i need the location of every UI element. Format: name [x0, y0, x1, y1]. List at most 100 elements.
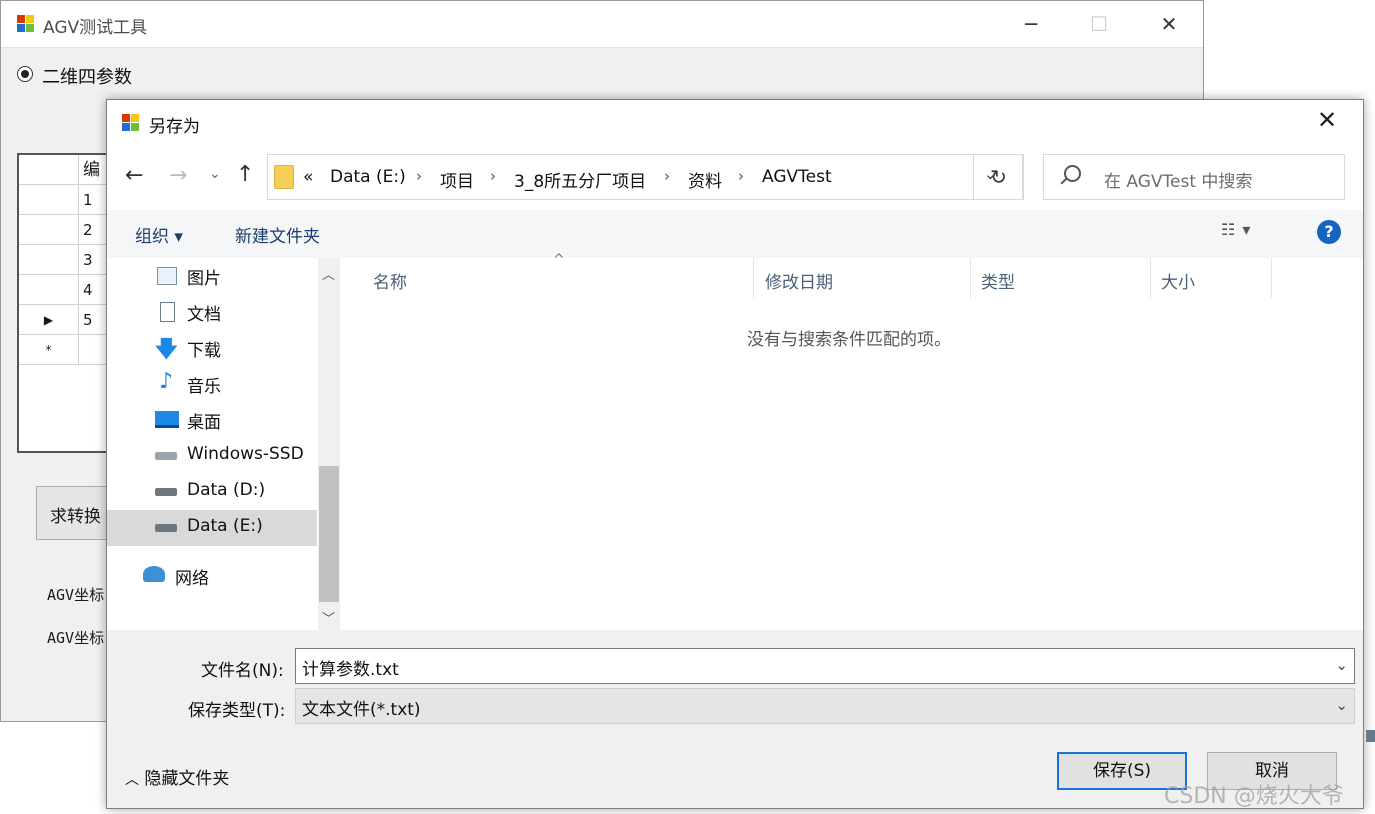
filetype-label: 保存类型(T): [188, 701, 286, 721]
up-arrow-icon[interactable]: ↑ [236, 162, 254, 187]
address-bar[interactable]: « Data (E:) › 项目 › 3_8所五分厂项目 › 资料 › AGVT… [267, 154, 1023, 200]
new-folder-button[interactable]: 新建文件夹 [235, 222, 320, 247]
dialog-icon [122, 114, 140, 132]
empty-results-message: 没有与搜索条件匹配的项。 [747, 330, 951, 350]
column-divider[interactable] [970, 258, 971, 298]
documents-icon [160, 302, 175, 322]
navigation-pane: 图片 文档 🡇 下载 ♪ 音乐 桌面 Windows-SSD Data (D:)… [107, 258, 319, 630]
row-header-current[interactable]: ▶ [19, 305, 79, 334]
column-divider[interactable] [753, 258, 754, 298]
nav-item-windows-ssd[interactable]: Windows-SSD [187, 444, 304, 464]
music-icon: ♪ [159, 369, 174, 394]
pictures-icon [157, 267, 177, 285]
chevron-up-icon: ︿ [125, 772, 139, 788]
desktop-icon [155, 411, 179, 428]
save-as-dialog: 另存为 ✕ ← → ⌄ ↑ « Data (E:) › 项目 › 3_8所五分厂… [106, 99, 1364, 809]
drive-icon [155, 524, 177, 532]
scroll-down-icon[interactable]: ﹀ [322, 608, 335, 627]
search-placeholder: 在 AGVTest 中搜索 [1104, 172, 1253, 192]
breadcrumb-item-current[interactable]: AGVTest [762, 167, 832, 187]
refresh-icon[interactable]: ↻ [973, 154, 1024, 200]
search-icon [1064, 165, 1081, 182]
grid-corner [19, 155, 79, 184]
hide-folders-toggle[interactable]: ︿ 隐藏文件夹 [125, 764, 229, 789]
grid-cell[interactable]: 3 [83, 245, 93, 275]
column-header-size[interactable]: 大小 [1161, 268, 1195, 293]
nav-item-desktop[interactable]: 桌面 [187, 408, 221, 433]
column-header-name[interactable]: 名称 [373, 268, 407, 293]
column-header-type[interactable]: 类型 [981, 268, 1015, 293]
grid-cell[interactable]: 2 [83, 215, 93, 245]
breadcrumb-separator-icon[interactable]: › [738, 167, 744, 185]
breadcrumb-item[interactable]: 3_8所五分厂项目 [514, 167, 646, 192]
nav-item-documents[interactable]: 文档 [187, 300, 221, 325]
filetype-value: 文本文件(*.txt) [302, 700, 421, 720]
column-divider[interactable] [1150, 258, 1151, 298]
filename-value[interactable]: 计算参数.txt [302, 655, 399, 680]
calc-button-label: 求转换 [50, 507, 101, 527]
drive-icon [155, 452, 177, 460]
scroll-thumb[interactable] [319, 466, 339, 602]
nav-item-data-e[interactable]: Data (E:) [187, 516, 263, 536]
breadcrumb-overflow[interactable]: « [303, 167, 313, 187]
dialog-toolbar: 组织 ▾ 新建文件夹 ☷ ▾ ? [107, 210, 1363, 258]
grid-column-header: 编 [83, 160, 100, 180]
row-header[interactable] [19, 275, 79, 304]
help-icon[interactable]: ? [1317, 220, 1341, 244]
breadcrumb-separator-icon[interactable]: › [664, 167, 670, 185]
radio-label: 二维四参数 [42, 67, 132, 88]
grid-cell[interactable]: 1 [83, 185, 93, 215]
drive-icon [155, 488, 177, 496]
network-icon [143, 566, 165, 582]
maximize-button[interactable]: ☐ [1064, 1, 1134, 47]
row-header[interactable] [19, 215, 79, 244]
filetype-select[interactable]: 文本文件(*.txt) ⌄ [295, 688, 1355, 724]
breadcrumb-item[interactable]: 项目 [440, 167, 474, 192]
forward-arrow-icon[interactable]: → [169, 163, 187, 188]
chevron-down-icon[interactable]: ⌄ [1335, 656, 1348, 674]
grid-cell[interactable]: 5 [83, 305, 93, 335]
breadcrumb-item[interactable]: Data (E:) [330, 167, 406, 187]
dialog-title: 另存为 [149, 117, 200, 137]
agv-coord-label: AGV坐标 [47, 629, 105, 647]
scroll-up-icon[interactable]: ︿ [322, 264, 335, 283]
breadcrumb-item[interactable]: 资料 [688, 167, 722, 192]
folder-icon [274, 165, 294, 189]
minimize-button[interactable]: ─ [996, 1, 1066, 47]
close-button[interactable]: ✕ [1134, 1, 1204, 47]
nav-item-music[interactable]: 音乐 [187, 372, 221, 397]
nav-item-data-d[interactable]: Data (D:) [187, 480, 265, 500]
file-list-pane: ^ 名称 修改日期 类型 大小 [343, 252, 1361, 630]
downloads-icon: 🡇 [155, 337, 178, 362]
breadcrumb-separator-icon[interactable]: › [416, 167, 422, 185]
view-options-icon[interactable]: ☷ ▾ [1221, 220, 1251, 239]
radio-2d-four-param[interactable] [17, 66, 33, 82]
close-icon[interactable]: ✕ [1317, 106, 1337, 134]
grid-cell[interactable]: 4 [83, 275, 93, 305]
row-header[interactable] [19, 245, 79, 274]
main-window-title: AGV测试工具 [43, 18, 148, 38]
column-header-modified[interactable]: 修改日期 [765, 268, 833, 293]
row-header-new[interactable]: * [19, 335, 79, 364]
search-input[interactable]: 在 AGVTest 中搜索 [1043, 154, 1345, 200]
back-arrow-icon[interactable]: ← [125, 163, 143, 188]
nav-scrollbar[interactable]: ︿ ﹀ [318, 258, 340, 630]
column-divider[interactable] [1271, 258, 1272, 298]
watermark: CSDN @烧火大爷 [1164, 784, 1344, 809]
taskbar-edge-icon [1366, 730, 1375, 742]
nav-item-network[interactable]: 网络 [175, 564, 209, 589]
row-header[interactable] [19, 185, 79, 214]
nav-item-downloads[interactable]: 下载 [187, 336, 221, 361]
nav-item-pictures[interactable]: 图片 [187, 264, 221, 289]
sort-ascending-icon: ^ [553, 252, 565, 268]
app-icon [17, 15, 35, 33]
breadcrumb-separator-icon[interactable]: › [490, 167, 496, 185]
hide-folders-label: 隐藏文件夹 [144, 769, 230, 789]
filename-input[interactable]: 计算参数.txt ⌄ [295, 648, 1355, 684]
organize-menu[interactable]: 组织 ▾ [135, 222, 183, 247]
main-titlebar: AGV测试工具 ─ ☐ ✕ [1, 1, 1203, 48]
agv-coord-label: AGV坐标 [47, 586, 105, 604]
chevron-down-icon[interactable]: ⌄ [1335, 696, 1348, 714]
chevron-down-icon[interactable]: ⌄ [209, 166, 221, 182]
filename-label: 文件名(N): [201, 661, 284, 681]
